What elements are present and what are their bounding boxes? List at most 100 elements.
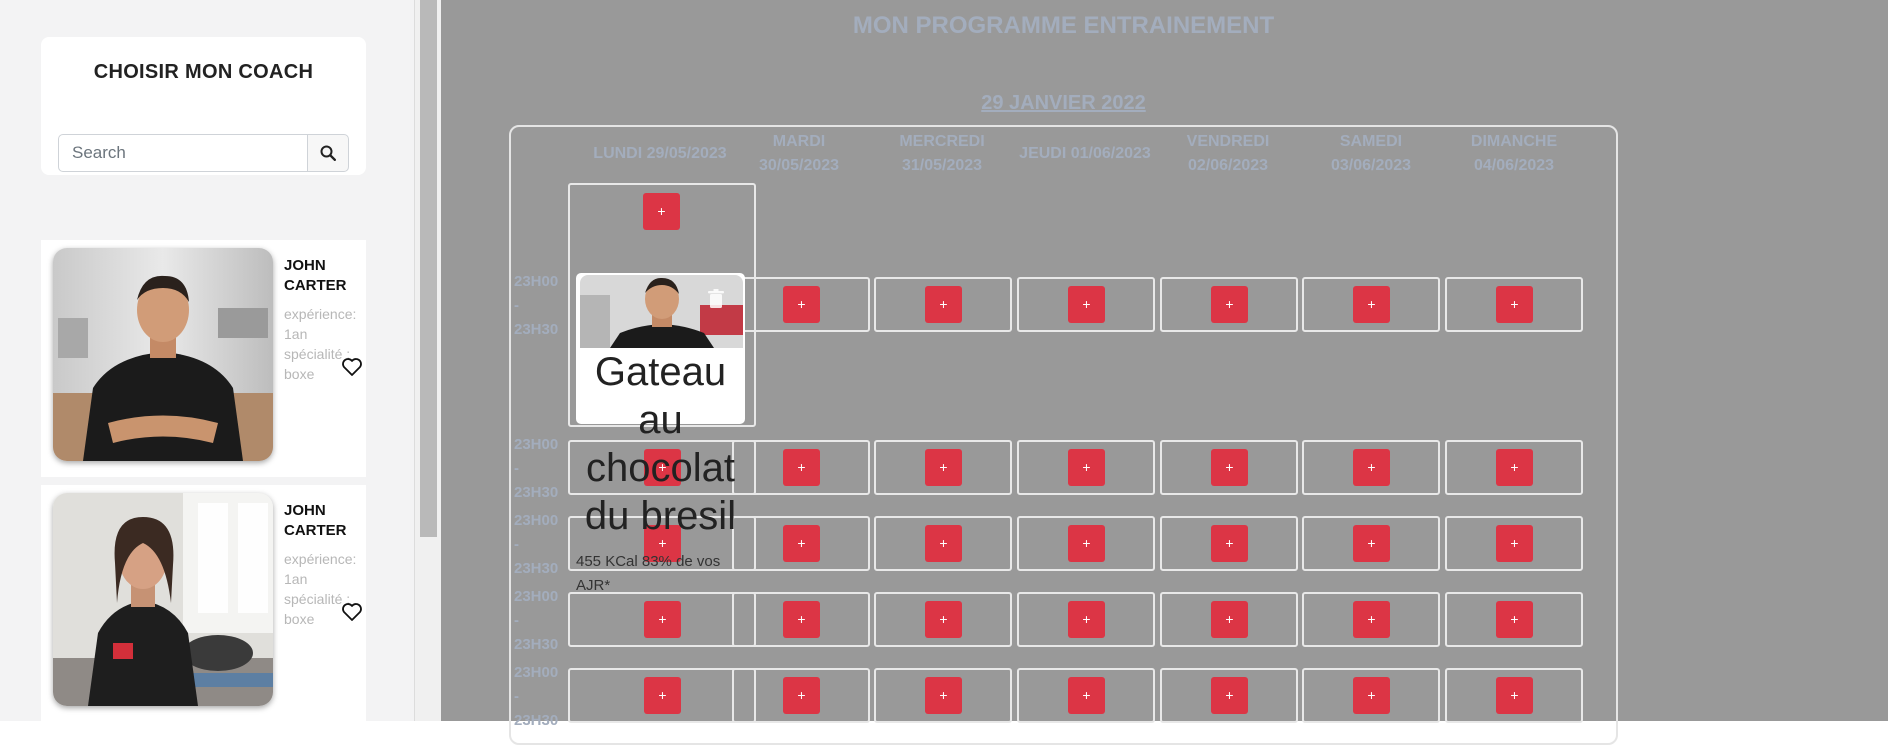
add-session-button[interactable]: + [1211, 601, 1248, 638]
day-header: MERCREDI 31/05/2023 [871, 130, 1013, 178]
day-header: JEUDI 01/06/2023 [1014, 142, 1156, 166]
scrollbar-thumb[interactable] [420, 0, 437, 537]
schedule-slot[interactable]: + [732, 592, 870, 647]
add-session-button[interactable]: + [783, 601, 820, 638]
schedule-slot[interactable]: + [874, 440, 1012, 495]
schedule-slot[interactable]: + [1160, 440, 1298, 495]
schedule-slot[interactable]: + [732, 277, 870, 332]
add-session-button[interactable]: + [1211, 525, 1248, 562]
add-session-button[interactable]: + [1068, 601, 1105, 638]
add-session-button[interactable]: + [1353, 601, 1390, 638]
schedule-slot[interactable]: + [1302, 592, 1440, 647]
schedule-slot[interactable]: + [1160, 592, 1298, 647]
day-header-line1: SAMEDI [1339, 133, 1403, 150]
schedule-slot[interactable]: + [1017, 516, 1155, 571]
meal-nutrition: 455 KCal 83% de vos AJR* [576, 553, 721, 594]
schedule-slot[interactable]: + [732, 668, 870, 723]
add-session-button[interactable]: + [925, 449, 962, 486]
day-header-line1: VENDREDI [1186, 133, 1270, 150]
page-title: MON PROGRAMME ENTRAINEMENT [852, 12, 1275, 39]
day-header-line2: 03/06/2023 [1330, 157, 1412, 174]
trash-icon[interactable] [707, 289, 725, 309]
add-session-button[interactable]: + [1068, 525, 1105, 562]
schedule-slot[interactable]: + [1160, 516, 1298, 571]
add-session-button[interactable]: + [1353, 286, 1390, 323]
coach-card[interactable]: JOHN CARTER expérience: 1an spécialité :… [41, 240, 366, 477]
heart-icon[interactable] [341, 602, 363, 622]
schedule-slot[interactable]: + [568, 668, 756, 723]
meal-title: Gateau au chocolat du bresil [584, 350, 737, 538]
schedule-slot[interactable]: + [1017, 440, 1155, 495]
search-button[interactable] [307, 134, 349, 172]
time-slot-label: 23H00-23H30 [514, 664, 559, 729]
schedule-slot[interactable]: + [874, 592, 1012, 647]
schedule-slot[interactable]: + [1302, 668, 1440, 723]
schedule-slot[interactable]: + [874, 516, 1012, 571]
day-header-line1: MARDI [772, 133, 826, 150]
coach-experience: expérience: 1an [284, 306, 357, 342]
add-session-button[interactable]: + [644, 601, 681, 638]
heart-icon[interactable] [341, 357, 363, 377]
add-session-button[interactable]: + [783, 525, 820, 562]
add-session-button[interactable]: + [783, 677, 820, 714]
sidebar-title: CHOISIR MON COACH [93, 61, 314, 83]
add-session-button[interactable]: + [643, 193, 680, 230]
coach-photo [53, 493, 273, 706]
schedule-slot[interactable]: + [1017, 277, 1155, 332]
add-session-button[interactable]: + [1353, 677, 1390, 714]
schedule-slot[interactable]: + [1160, 668, 1298, 723]
schedule-slot[interactable]: + [1445, 668, 1583, 723]
search-input[interactable] [58, 134, 308, 172]
day-header-line1: JEUDI 01/06/2023 [1019, 145, 1151, 162]
time-slot-label: 23H00-23H30 [514, 512, 559, 577]
schedule-slot[interactable]: + [732, 440, 870, 495]
schedule-slot[interactable]: + [1445, 592, 1583, 647]
add-session-button[interactable]: + [1211, 677, 1248, 714]
sidebar-scrollbar[interactable] [414, 0, 442, 721]
day-header: SAMEDI 03/06/2023 [1300, 130, 1442, 178]
add-session-button[interactable]: + [1211, 449, 1248, 486]
day-header: MARDI 30/05/2023 [728, 130, 870, 178]
coach-experience: expérience: 1an [284, 551, 357, 587]
program-date[interactable]: 29 JANVIER 2022 [441, 92, 1686, 115]
add-session-button[interactable]: + [925, 525, 962, 562]
add-session-button[interactable]: + [1353, 525, 1390, 562]
add-session-button[interactable]: + [1353, 449, 1390, 486]
add-session-button[interactable]: + [1068, 677, 1105, 714]
add-session-button[interactable]: + [1068, 449, 1105, 486]
schedule-slot[interactable]: + [1160, 277, 1298, 332]
add-session-button[interactable]: + [925, 677, 962, 714]
add-session-button[interactable]: + [1496, 601, 1533, 638]
schedule-slot[interactable]: + [568, 592, 756, 647]
coach-photo [53, 248, 273, 461]
schedule-slot[interactable]: + [1017, 668, 1155, 723]
add-session-button[interactable]: + [783, 449, 820, 486]
schedule-slot[interactable]: + [1302, 440, 1440, 495]
time-slot-label: 23H00-23H30 [514, 436, 559, 501]
schedule-slot[interactable]: + [1445, 440, 1583, 495]
add-session-button[interactable]: + [925, 286, 962, 323]
schedule-slot[interactable]: + [1302, 516, 1440, 571]
schedule-slot[interactable]: + [1445, 516, 1583, 571]
add-session-button[interactable]: + [925, 601, 962, 638]
meal-photo [580, 275, 743, 348]
schedule-slot[interactable]: + [1302, 277, 1440, 332]
day-header-line2: 04/06/2023 [1473, 157, 1555, 174]
schedule-slot[interactable]: + [874, 668, 1012, 723]
schedule-slot[interactable]: + [732, 516, 870, 571]
add-session-button[interactable]: + [1496, 677, 1533, 714]
day-header-line2: 02/06/2023 [1187, 157, 1269, 174]
schedule-slot[interactable]: + [874, 277, 1012, 332]
schedule-slot[interactable]: + [1017, 592, 1155, 647]
add-session-button[interactable]: + [1211, 286, 1248, 323]
add-session-button[interactable]: + [1496, 449, 1533, 486]
add-session-button[interactable]: + [1068, 286, 1105, 323]
coach-name: JOHN CARTER [284, 257, 347, 294]
add-session-button[interactable]: + [783, 286, 820, 323]
coach-card[interactable]: JOHN CARTER expérience: 1an spécialité :… [41, 485, 366, 722]
add-session-button[interactable]: + [1496, 525, 1533, 562]
schedule-slot[interactable]: + [1445, 277, 1583, 332]
add-session-button[interactable]: + [644, 677, 681, 714]
add-session-button[interactable]: + [1496, 286, 1533, 323]
day-header-line1: LUNDI 29/05/2023 [593, 145, 727, 162]
